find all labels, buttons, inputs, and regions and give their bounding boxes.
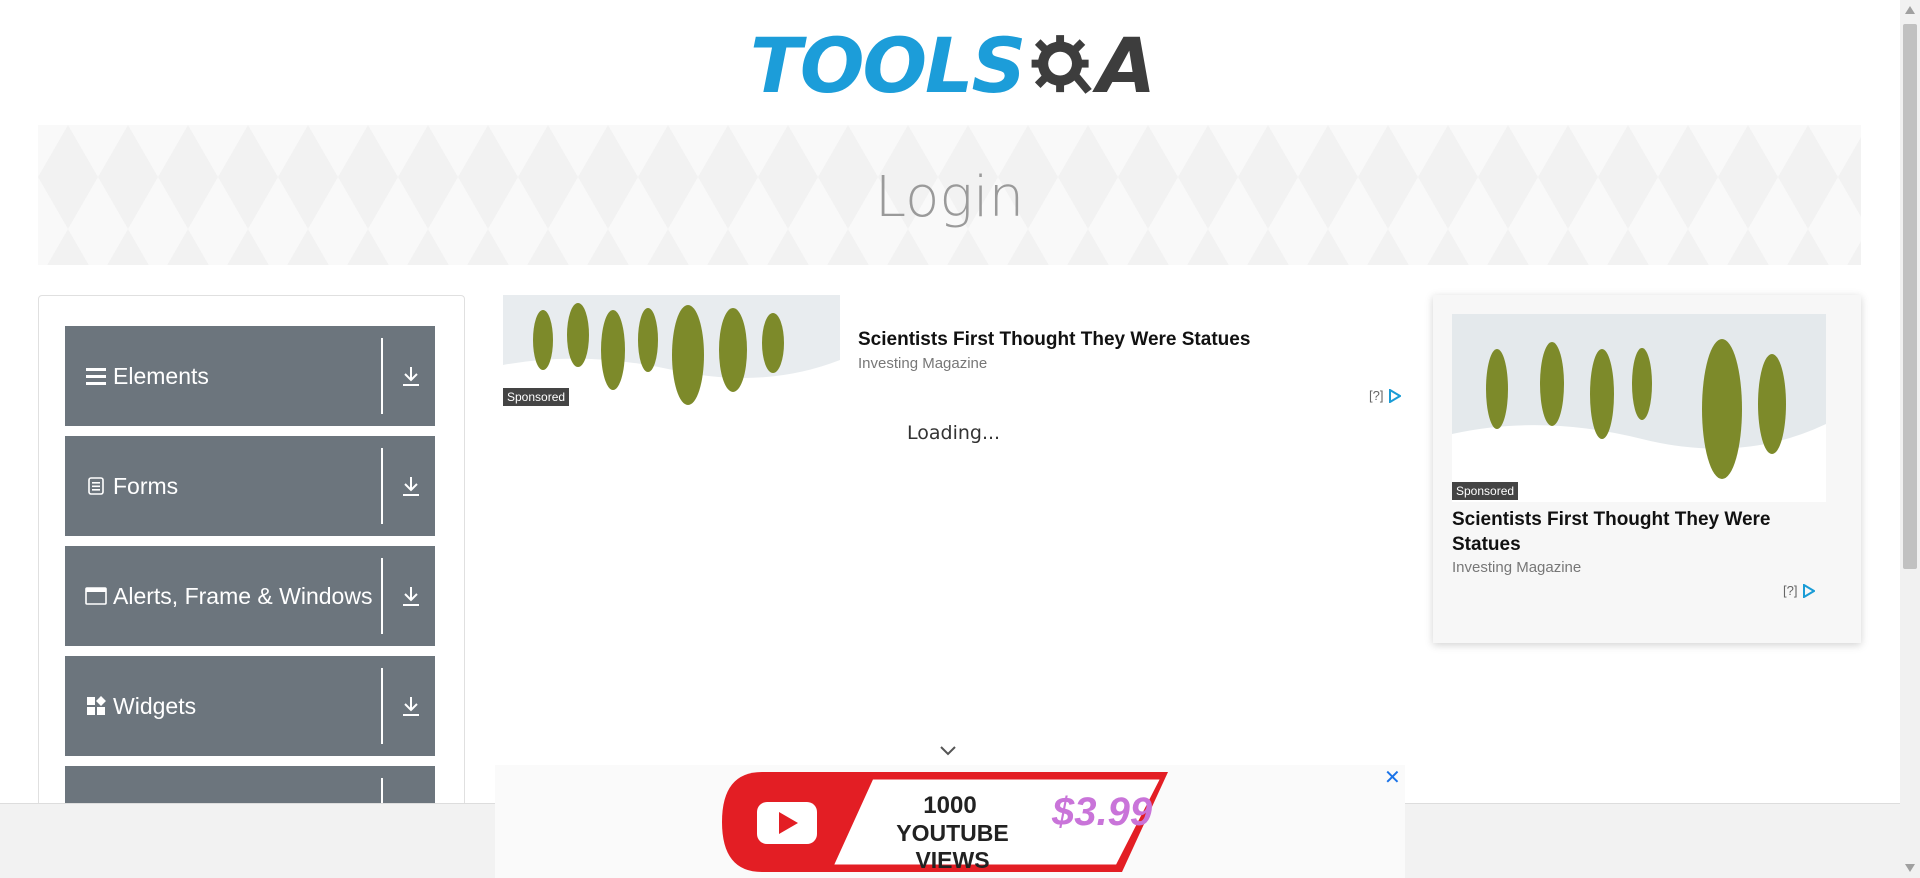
sidebar-group-label: Widgets	[113, 692, 197, 719]
ad-info-label: [?]	[1783, 583, 1798, 598]
page-banner: Login	[38, 125, 1861, 265]
ad-info-label: [?]	[1369, 388, 1384, 403]
sidebar-group-label: Elements	[113, 362, 209, 389]
divider	[381, 338, 383, 414]
logo-text-a: A	[1097, 21, 1156, 110]
download-icon[interactable]	[399, 584, 423, 608]
ad-title[interactable]: Scientists First Thought They Were Statu…	[1452, 507, 1832, 557]
divider	[381, 448, 383, 524]
sidebar: Elements Forms Alerts, Frame & Windows W…	[38, 295, 465, 835]
vertical-scrollbar[interactable]	[1900, 0, 1920, 878]
ad-line2: YOUTUBE VIEWS	[896, 820, 1009, 873]
ad-side[interactable]: Sponsored Scientists First Thought They …	[1433, 295, 1861, 643]
gear-q-icon	[1031, 34, 1093, 94]
sidebar-group-alerts-frame-windows[interactable]: Alerts, Frame & Windows	[65, 546, 435, 646]
widgets-icon	[85, 695, 107, 717]
sidebar-group-widgets[interactable]: Widgets	[65, 656, 435, 756]
document-icon	[85, 475, 107, 497]
sidebar-group-label: Forms	[113, 472, 179, 499]
ad-image[interactable]: Sponsored	[1452, 314, 1826, 502]
scroll-thumb[interactable]	[1903, 24, 1917, 569]
loading-text: Loading...	[907, 422, 1001, 444]
download-icon[interactable]	[399, 364, 423, 388]
ad-image[interactable]: Sponsored	[503, 295, 840, 407]
download-icon[interactable]	[399, 694, 423, 718]
scroll-up-icon[interactable]	[1905, 6, 1915, 14]
sponsored-badge: Sponsored	[1452, 482, 1519, 500]
ad-line1: 1000	[923, 792, 977, 819]
sponsored-badge: Sponsored	[503, 388, 570, 406]
divider	[381, 558, 383, 634]
sidebar-group-elements[interactable]: Elements	[65, 326, 435, 426]
adchoices-icon	[1803, 583, 1816, 598]
close-ad-button[interactable]: ✕	[1384, 765, 1401, 790]
ad-inline[interactable]: Sponsored Scientists First Thought They …	[503, 295, 1415, 407]
ad-source: Investing Magazine	[858, 355, 988, 372]
page: TOOLS A Login Elements Forms Alerts, Fra…	[0, 0, 1920, 878]
download-icon[interactable]	[399, 474, 423, 498]
sidebar-group-label: Alerts, Frame & Windows	[113, 582, 373, 609]
toolsqa-logo[interactable]: TOOLS A	[750, 18, 1156, 113]
hamburger-icon	[85, 365, 107, 387]
youtube-views-ad[interactable]: 1000 YOUTUBE VIEWS $3.99	[722, 770, 1168, 874]
page-title: Login	[874, 164, 1025, 230]
adchoices-icon	[1389, 388, 1402, 403]
scroll-down-icon[interactable]	[1905, 864, 1915, 872]
adchoices[interactable]: [?]	[1369, 388, 1402, 403]
chevron-down-icon[interactable]	[939, 744, 957, 758]
logo-text-tools: TOOLS	[750, 21, 1026, 110]
ad-price: $3.99	[1052, 790, 1153, 834]
ad-title[interactable]: Scientists First Thought They Were Statu…	[858, 329, 1250, 351]
ad-source: Investing Magazine	[1452, 559, 1582, 576]
divider	[381, 668, 383, 744]
sidebar-group-forms[interactable]: Forms	[65, 436, 435, 536]
adchoices[interactable]: [?]	[1783, 583, 1816, 598]
window-icon	[85, 585, 107, 607]
